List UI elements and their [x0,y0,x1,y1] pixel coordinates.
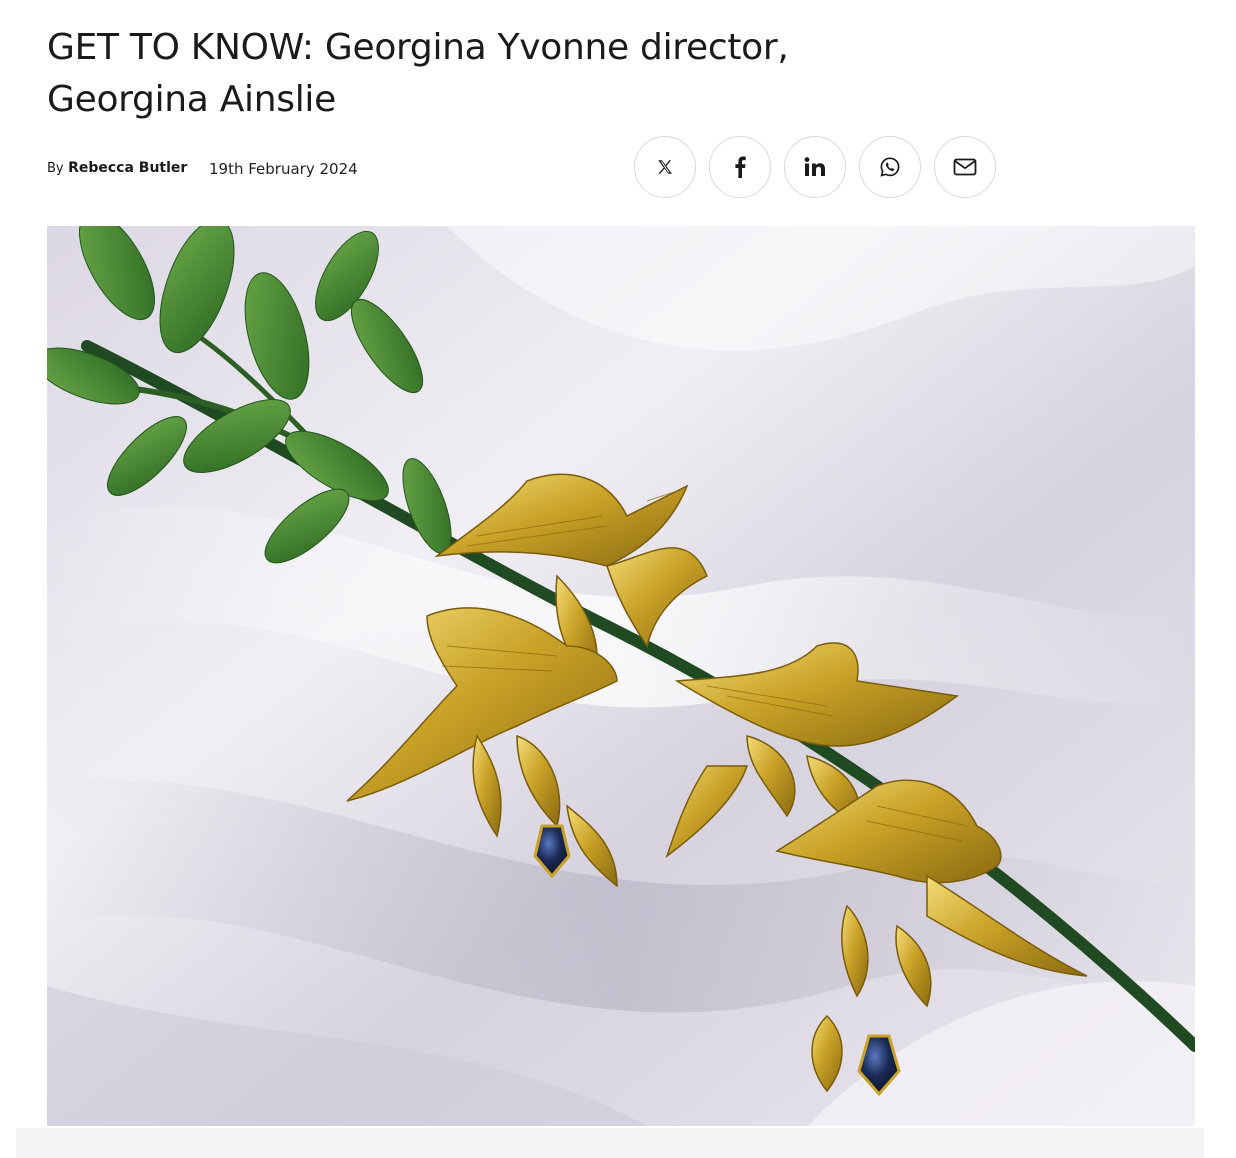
bottom-divider-strip [16,1128,1204,1158]
email-share-button[interactable] [934,136,996,198]
hero-image [47,226,1195,1126]
byline-prefix: By [47,161,64,176]
earrings-photo [47,226,1195,1126]
byline: By Rebecca Butler [47,160,187,176]
x-logo-icon [658,160,672,174]
whatsapp-icon [880,157,900,177]
envelope-icon [953,158,977,176]
article-meta: By Rebecca Butler 19th February 2024 [47,136,1197,202]
article-header: GET TO KNOW: Georgina Yvonne director, G… [47,22,1197,126]
linkedin-share-button[interactable] [784,136,846,198]
facebook-icon [735,156,746,178]
share-bar [634,136,996,198]
article-headline: GET TO KNOW: Georgina Yvonne director, G… [47,27,789,120]
whatsapp-share-button[interactable] [859,136,921,198]
x-share-button[interactable] [634,136,696,198]
author-link[interactable]: Rebecca Butler [68,160,187,176]
facebook-share-button[interactable] [709,136,771,198]
linkedin-icon [804,157,825,176]
publish-date: 19th February 2024 [209,160,358,178]
